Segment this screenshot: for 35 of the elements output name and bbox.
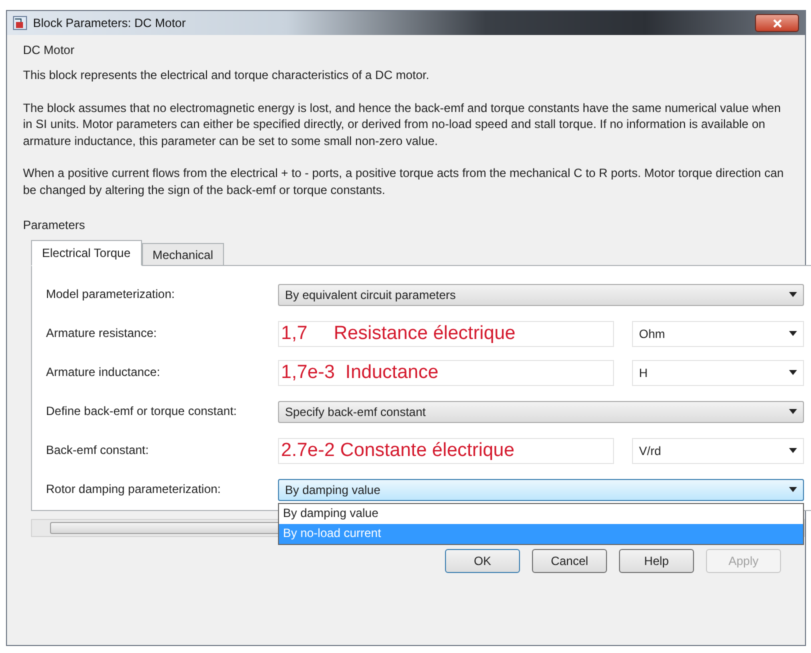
- parameter-label: Define back-emf or torque constant:: [46, 404, 238, 419]
- caret-icon: [789, 370, 797, 375]
- close-button[interactable]: [755, 14, 799, 32]
- input-field[interactable]: 1,7e-3 Inductance: [278, 360, 614, 386]
- description-text: The block assumes that no electromagnetic energy is lost, and hence the back-emf and torque constants have the same numerical value when in SI units. Motor parameters can either be specified directly, or derived from no-load speed and stall torque. If no information is available on armature inductance, this parameter can be set to some small non-zero value.: [23, 100, 782, 149]
- caret-icon: [789, 448, 797, 453]
- section-label: Parameters: [23, 218, 86, 232]
- dialog-button[interactable]: OK: [445, 549, 520, 573]
- close-icon: [772, 18, 782, 28]
- caret-icon: [789, 487, 797, 492]
- input-field[interactable]: 2.7e-2 Constante électrique: [278, 438, 614, 464]
- dialog-button[interactable]: Help: [619, 549, 694, 573]
- unit-dropdown[interactable]: V/rd: [632, 438, 804, 464]
- dropdown[interactable]: By damping value: [278, 478, 804, 500]
- description-text: This block represents the electrical and torque characteristics of a DC motor.: [23, 67, 430, 84]
- parameter-label: Rotor damping parameterization:: [46, 482, 222, 497]
- dropdown[interactable]: By equivalent circuit parameters: [278, 284, 804, 306]
- dropdown[interactable]: Specify back-emf constant: [278, 400, 804, 422]
- tab[interactable]: Electrical Torque: [31, 240, 142, 266]
- app-icon: [13, 16, 27, 30]
- window-title: Block Parameters: DC Motor: [33, 16, 186, 30]
- input-field[interactable]: 1,7 Resistance électrique: [278, 320, 614, 346]
- caret-icon: [789, 292, 797, 297]
- parameter-label: Armature resistance:: [46, 326, 158, 341]
- block-name: DC Motor: [22, 42, 76, 59]
- caret-icon: [789, 331, 797, 336]
- parameter-label: Model parameterization:: [46, 287, 176, 302]
- dialog-button[interactable]: Cancel: [532, 549, 607, 573]
- parameter-label: Back-emf constant:: [46, 443, 150, 458]
- tab[interactable]: Mechanical: [142, 243, 224, 266]
- parameter-label: Armature inductance:: [46, 365, 162, 380]
- unit-dropdown[interactable]: Ohm: [632, 320, 804, 346]
- description-text: When a positive current flows from the electrical + to - ports, a positive torque acts from the mechanical C to R ports. Motor torque direction can be changed by altering the sign of the back-emf or torque constants.: [23, 165, 785, 198]
- caret-icon: [789, 409, 797, 414]
- unit-dropdown[interactable]: H: [632, 360, 804, 386]
